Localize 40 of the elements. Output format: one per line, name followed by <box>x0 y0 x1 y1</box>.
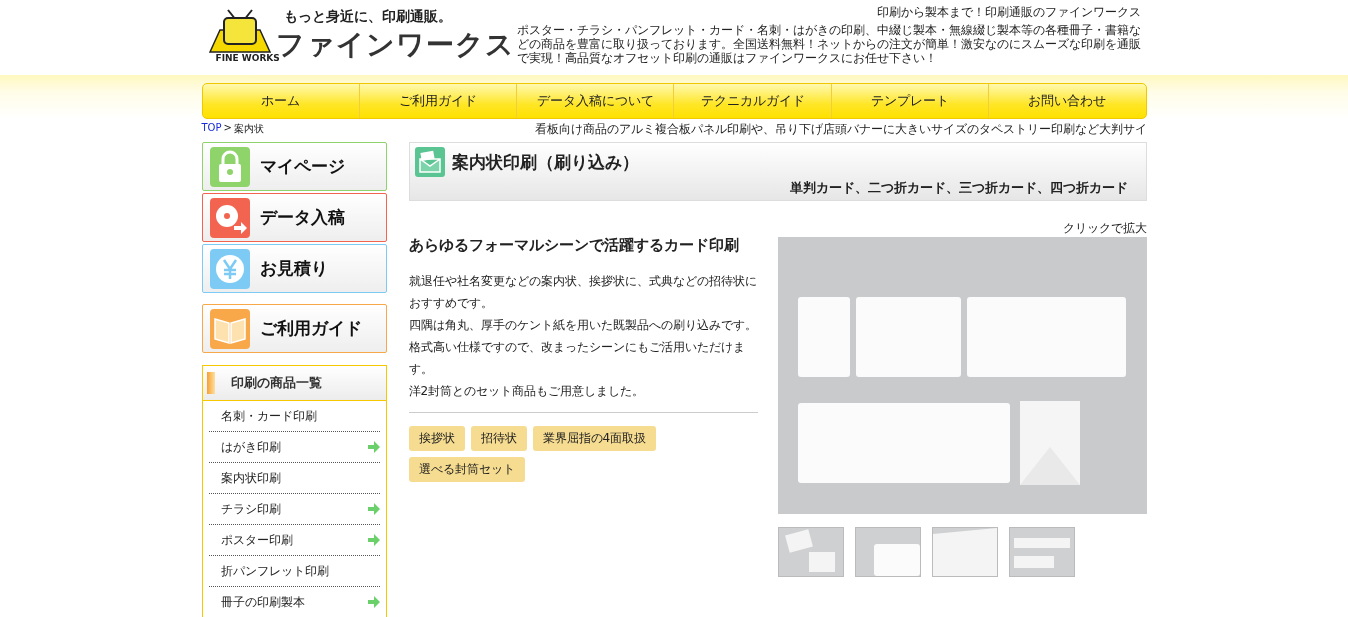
section-heading: あらゆるフォーマルシーンで活躍するカード印刷 <box>408 235 740 256</box>
breadcrumb-link[interactable]: TOP <box>201 122 222 136</box>
site-description: ポスター・チラシ・パンフレット・カード・名刺・はがきの印刷、中綴じ製本・無線綴じ製本等の各種冊子・書籍などの商品を豊富に取り扱っております。全国送料無料！ネットからの注文が簡単！激安なのにスムーズな印刷を通販で実現！高品質なオフセット印刷の通販はファインワークスにお任せ下さい！ <box>516 23 1142 65</box>
product-list-item[interactable]: 案内状印刷 <box>208 463 380 494</box>
product-list-item[interactable]: 冊子の印刷製本 <box>208 587 380 617</box>
product-list-title: 印刷の商品一覧 <box>230 374 322 392</box>
sidebar-button[interactable]: データ入稿 <box>201 193 387 242</box>
sidebar-button[interactable]: ご利用ガイド <box>201 304 387 353</box>
feature-tag: 業界屈指の4面取扱 <box>532 426 657 451</box>
description-text: 洋2封筒とのセット商品もご用意しました。 <box>408 383 646 400</box>
product-list-item[interactable]: 名刺・カード印刷 <box>208 401 380 432</box>
feature-tag: 招待状 <box>470 426 527 451</box>
logo-caption: FINE WORKS <box>215 53 280 63</box>
headline: 印刷から製本まで！印刷通販のファインワークス <box>875 4 1141 21</box>
sidebar-button[interactable]: お見積り <box>201 244 387 293</box>
nav-link[interactable]: テンプレート <box>831 84 990 118</box>
nav-link[interactable]: ご利用ガイド <box>359 84 518 118</box>
nav-link[interactable]: ホーム <box>202 84 360 118</box>
tagline: もっと身近に、印刷通販。 <box>283 8 453 26</box>
feature-tag: 選べる封筒セット <box>408 457 525 482</box>
breadcrumb-current: 案内状 <box>233 122 264 136</box>
description-text: 就退任や社名変更などの案内状、挨拶状に、式典などの招待状におすすめです。 <box>408 273 758 312</box>
feature-tag: 挨拶状 <box>408 426 465 451</box>
product-list-item[interactable]: 折パンフレット印刷 <box>208 556 380 587</box>
ticker-text: 看板向け商品のアルミ複合板パネル印刷や、吊り下げ店頭バナーに大きいサイズのタペストリー印刷など大判サイ <box>534 120 1147 138</box>
product-list-item[interactable]: はがき印刷 <box>208 432 380 463</box>
product-list-item[interactable]: ポスター印刷 <box>208 525 380 556</box>
nav-link[interactable]: データ入稿について <box>517 84 675 118</box>
page-title: 案内状印刷（刷り込み） <box>451 150 639 174</box>
page-subtitle: 単判カード、二つ折カード、三つ折カード、四つ折カード <box>788 179 1128 197</box>
breadcrumb-separator: > <box>223 122 232 135</box>
nav-link[interactable]: テクニカルガイド <box>674 84 832 118</box>
product-list-item[interactable]: チラシ印刷 <box>208 494 380 525</box>
description-text: 格式高い仕様ですので、改まったシーンにもご活用いただけます。 <box>408 339 746 378</box>
sidebar-button[interactable]: マイページ <box>201 142 387 191</box>
description-text: 四隅は角丸、厚手のケント紙を用いた既製品への刷り込みです。 <box>408 317 758 334</box>
nav-link[interactable]: お問い合わせ <box>989 84 1146 118</box>
header-accent-icon <box>206 372 215 394</box>
zoom-hint: クリックで拡大 <box>1061 220 1147 237</box>
envelope-icon <box>414 147 445 177</box>
